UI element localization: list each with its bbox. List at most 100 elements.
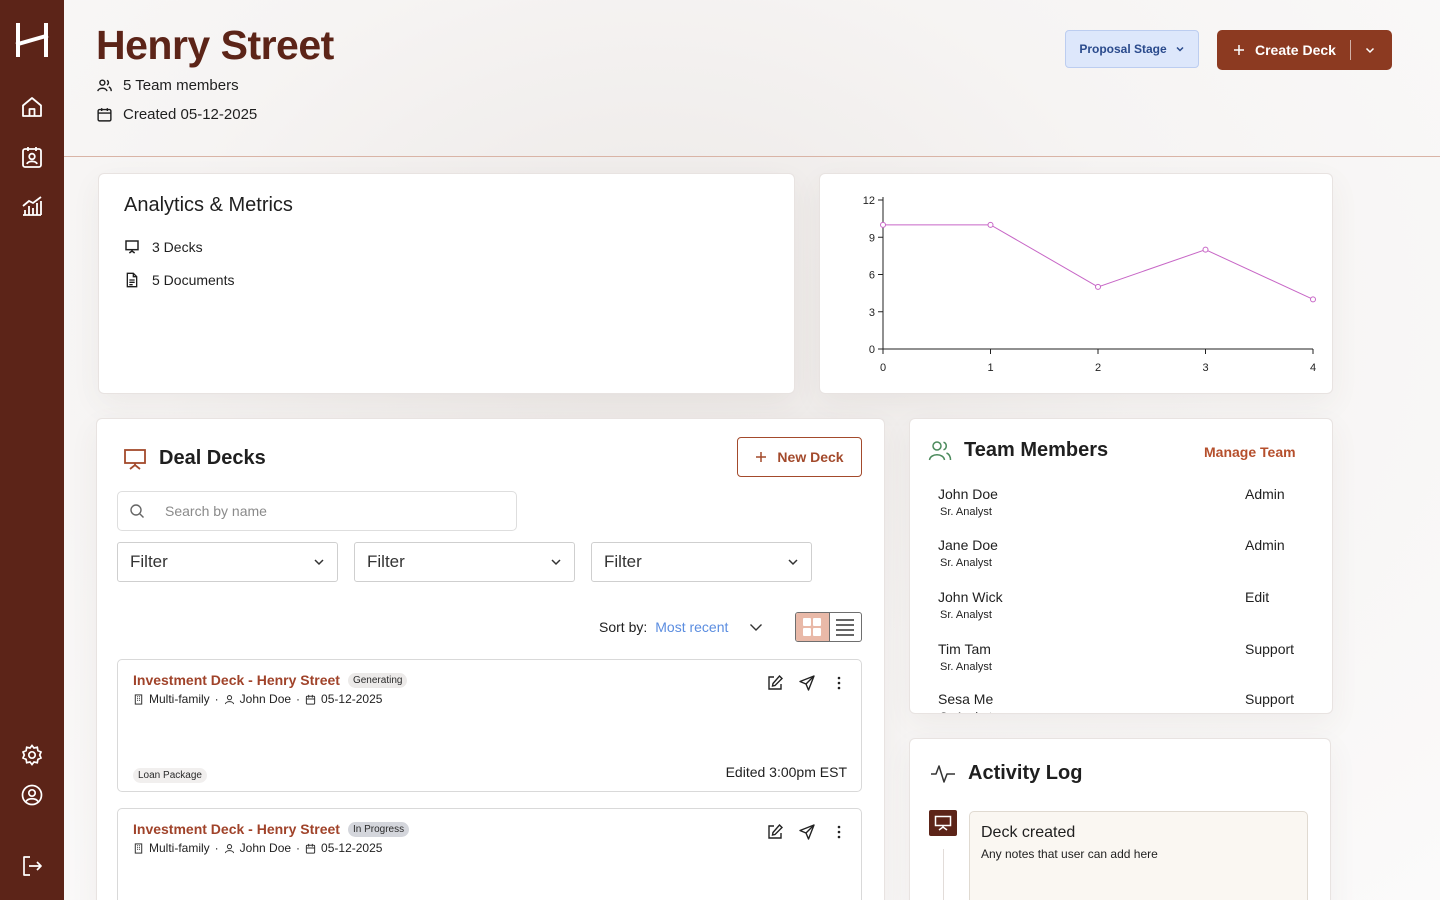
deal-decks-title: Deal Decks [159,447,266,469]
search-input[interactable] [165,503,495,519]
activity-pulse-icon [930,763,956,785]
filter-dropdown-3[interactable]: Filter [591,542,812,582]
member-permission: Support [1245,691,1295,707]
team-member-row[interactable]: Jane Doe Sr. Analyst Admin [938,537,1285,569]
create-deck-menu-button[interactable] [1351,30,1389,70]
activity-log-title: Activity Log [968,762,1083,784]
decks-count: 3 Decks [124,239,203,255]
sort-value[interactable]: Most recent [655,619,728,635]
data-point [880,221,886,228]
line-chart-card: 0 3 6 9 12 0 1 2 3 4 [819,173,1333,394]
team-member-row[interactable]: John Wick Sr. Analyst Edit [938,589,1278,621]
create-deck-button[interactable]: Create Deck [1217,30,1392,70]
member-permission: Admin [1245,537,1285,553]
sort-label: Sort by: [599,619,648,635]
decks-count-label: 3 Decks [152,239,203,255]
plus-icon [755,451,767,463]
profile-icon[interactable] [20,783,44,807]
data-point [1095,283,1101,290]
grid-icon [802,617,822,637]
member-name: Jane Doe [938,537,998,553]
deck-card[interactable]: Investment Deck - Henry Street Generatin… [117,659,862,792]
x-tick-label: 3 [1202,362,1208,374]
more-vertical-icon[interactable] [830,823,848,841]
document-icon [124,272,140,288]
deck-title-row: Investment Deck - Henry Street Generatin… [133,672,408,688]
analytics-card: Analytics & Metrics 3 Decks 5 Documents [98,173,795,394]
deck-title-row: Investment Deck - Henry Street In Progre… [133,821,410,837]
deck-name[interactable]: Investment Deck - Henry Street [133,821,340,837]
edit-icon[interactable] [766,674,784,692]
data-point [987,221,994,228]
plus-icon [1233,44,1245,56]
timeline-line [943,849,944,900]
activity-entry[interactable]: Deck created Any notes that user can add… [969,811,1308,900]
logo-h-icon[interactable] [15,22,49,58]
activity-log-panel: Activity Log Deck created Any notes that… [909,738,1331,900]
deck-name[interactable]: Investment Deck - Henry Street [133,672,340,688]
sort-control[interactable]: Sort by: Most recent [599,619,764,635]
search-icon [129,503,145,519]
presentation-icon [123,448,147,470]
deck-meta: Multi-family · John Doe · 05-12-2025 [133,841,382,855]
user-icon [224,843,235,854]
member-name: Tim Tam [938,641,991,657]
chevron-down-icon [550,556,562,568]
edit-icon[interactable] [766,823,784,841]
team-member-row[interactable]: Sesa Me Sr. Analyst Support [938,691,1294,713]
separator-dot: · [296,841,301,855]
send-icon[interactable] [798,674,816,692]
deck-actions [766,674,848,692]
member-role: Sr. Analyst [940,711,1278,713]
grid-view-button[interactable] [796,613,829,641]
team-count-label: 5 Team members [123,77,239,94]
stage-dropdown[interactable]: Proposal Stage [1065,30,1199,68]
member-permission: Edit [1245,589,1270,605]
sidebar [0,0,64,900]
member-permission: Support [1245,641,1295,657]
building-icon [133,842,144,854]
deck-edited: Edited 3:00pm EST [725,764,847,780]
team-count: 5 Team members [96,77,239,94]
y-tick-label: 3 [869,307,875,319]
deck-owner: John Doe [239,841,292,855]
more-vertical-icon[interactable] [830,674,848,692]
new-deck-label: New Deck [777,449,844,465]
status-badge: In Progress [347,821,410,837]
y-tick-label: 9 [869,232,875,244]
send-icon[interactable] [798,823,816,841]
deck-card[interactable]: Investment Deck - Henry Street In Progre… [117,808,862,900]
x-tick-label: 2 [1095,362,1101,374]
data-point [1310,296,1316,303]
y-tick-label: 6 [869,270,875,282]
deck-type: Multi-family [149,841,210,855]
team-member-row[interactable]: Tim Tam Sr. Analyst Support [938,641,1294,673]
analytics-icon[interactable] [20,194,44,218]
logout-icon[interactable] [20,854,44,878]
separator-dot: · [214,841,219,855]
y-tick-label: 0 [869,344,875,356]
list-view-button[interactable] [828,613,862,641]
team-members-header: Team Members [928,439,1108,462]
activity-entry-note: Any notes that user can add here [981,847,1158,861]
list-icon [835,618,855,636]
chevron-down-icon [1175,44,1185,54]
home-icon[interactable] [20,95,44,119]
new-deck-button[interactable]: New Deck [737,437,862,477]
deck-type: Multi-family [149,692,210,706]
filter-dropdown-1[interactable]: Filter [117,542,338,582]
member-name: Sesa Me [938,691,994,707]
settings-icon[interactable] [20,743,44,767]
create-deck-main[interactable]: Create Deck [1217,30,1336,70]
contacts-icon[interactable] [20,145,44,169]
search-box [117,491,517,531]
manage-team-link[interactable]: Manage Team [1204,444,1296,460]
filter-dropdown-2[interactable]: Filter [354,542,575,582]
page-header: Henry Street 5 Team members Created 05-1… [64,0,1440,157]
line-chart: 0369120 1 2 3 4 [863,195,1316,374]
calendar-icon [305,843,316,854]
chevron-down-icon [1364,44,1376,56]
team-members-panel: Team Members Manage Team John Doe Sr. An… [909,418,1333,714]
calendar-icon [305,694,316,705]
team-member-row[interactable]: John Doe Sr. Analyst Admin [938,486,1285,518]
